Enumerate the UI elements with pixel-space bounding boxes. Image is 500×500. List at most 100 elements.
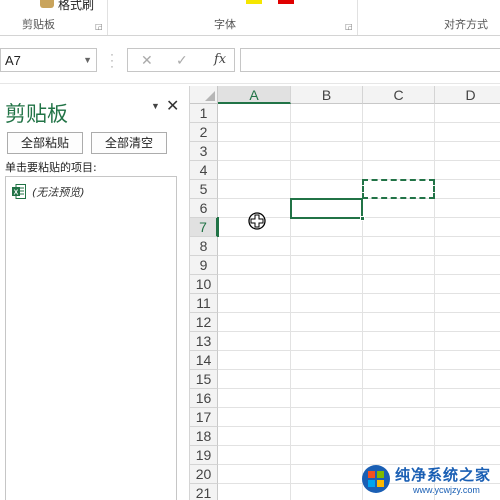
clear-all-button[interactable]: 全部清空	[91, 132, 167, 154]
row-header-8[interactable]: 8	[190, 237, 218, 256]
cell-a17[interactable]	[218, 408, 291, 427]
row-header-2[interactable]: 2	[190, 123, 218, 142]
cell-a1[interactable]	[218, 104, 291, 123]
cell-b18[interactable]	[291, 427, 363, 446]
row-header-11[interactable]: 11	[190, 294, 218, 313]
format-painter-icon[interactable]	[40, 0, 54, 8]
name-box[interactable]: A7 ▼	[0, 48, 97, 72]
cell-b20[interactable]	[291, 465, 363, 484]
cell-d11[interactable]	[435, 294, 500, 313]
cell-d18[interactable]	[435, 427, 500, 446]
cell-a16[interactable]	[218, 389, 291, 408]
cell-d4[interactable]	[435, 161, 500, 180]
cell-b11[interactable]	[291, 294, 363, 313]
cell-d2[interactable]	[435, 123, 500, 142]
cell-d5[interactable]	[435, 180, 500, 199]
row-header-1[interactable]: 1	[190, 104, 218, 123]
row-header-13[interactable]: 13	[190, 332, 218, 351]
cell-c2[interactable]	[363, 123, 435, 142]
cell-c10[interactable]	[363, 275, 435, 294]
cell-b21[interactable]	[291, 484, 363, 500]
close-icon[interactable]: ✕	[166, 96, 179, 116]
cell-b2[interactable]	[291, 123, 363, 142]
cell-d7[interactable]	[435, 218, 500, 237]
row-header-16[interactable]: 16	[190, 389, 218, 408]
cell-b19[interactable]	[291, 446, 363, 465]
cell-c4[interactable]	[363, 161, 435, 180]
cell-c14[interactable]	[363, 351, 435, 370]
cell-b17[interactable]	[291, 408, 363, 427]
row-header-12[interactable]: 12	[190, 313, 218, 332]
row-header-17[interactable]: 17	[190, 408, 218, 427]
insert-function-button[interactable]: fx	[214, 52, 226, 67]
cell-c8[interactable]	[363, 237, 435, 256]
cell-b15[interactable]	[291, 370, 363, 389]
cell-c9[interactable]	[363, 256, 435, 275]
font-launcher-icon[interactable]: ◲	[345, 23, 353, 31]
row-header-10[interactable]: 10	[190, 275, 218, 294]
cell-c5[interactable]	[363, 180, 435, 199]
row-header-3[interactable]: 3	[190, 142, 218, 161]
cell-b7[interactable]	[291, 218, 363, 237]
cell-d8[interactable]	[435, 237, 500, 256]
cell-b13[interactable]	[291, 332, 363, 351]
cell-d16[interactable]	[435, 389, 500, 408]
cell-a5[interactable]	[218, 180, 291, 199]
cell-d6[interactable]	[435, 199, 500, 218]
cell-c16[interactable]	[363, 389, 435, 408]
cell-b5[interactable]	[291, 180, 363, 199]
formula-input[interactable]	[240, 48, 500, 72]
cell-a10[interactable]	[218, 275, 291, 294]
cell-a11[interactable]	[218, 294, 291, 313]
cell-c18[interactable]	[363, 427, 435, 446]
cell-b6[interactable]	[291, 199, 363, 218]
row-header-7[interactable]: 7	[190, 218, 218, 237]
format-painter-button[interactable]: 格式刷	[58, 0, 94, 13]
row-header-6[interactable]: 6	[190, 199, 218, 218]
cell-a3[interactable]	[218, 142, 291, 161]
clipboard-launcher-icon[interactable]: ◲	[95, 23, 103, 31]
cell-a13[interactable]	[218, 332, 291, 351]
cell-c3[interactable]	[363, 142, 435, 161]
cell-d13[interactable]	[435, 332, 500, 351]
column-header-c[interactable]: C	[363, 86, 435, 104]
cell-b1[interactable]	[291, 104, 363, 123]
cell-c6[interactable]	[363, 199, 435, 218]
row-header-18[interactable]: 18	[190, 427, 218, 446]
cell-b4[interactable]	[291, 161, 363, 180]
cell-a15[interactable]	[218, 370, 291, 389]
cell-b9[interactable]	[291, 256, 363, 275]
cell-b14[interactable]	[291, 351, 363, 370]
cell-d1[interactable]	[435, 104, 500, 123]
cell-c11[interactable]	[363, 294, 435, 313]
cell-d15[interactable]	[435, 370, 500, 389]
cancel-icon[interactable]: ✕	[141, 52, 153, 69]
cell-c17[interactable]	[363, 408, 435, 427]
cell-c12[interactable]	[363, 313, 435, 332]
cell-d14[interactable]	[435, 351, 500, 370]
cell-b12[interactable]	[291, 313, 363, 332]
row-header-15[interactable]: 15	[190, 370, 218, 389]
column-header-d[interactable]: D	[435, 86, 500, 104]
cell-a14[interactable]	[218, 351, 291, 370]
cell-b8[interactable]	[291, 237, 363, 256]
row-header-20[interactable]: 20	[190, 465, 218, 484]
font-color-swatch[interactable]	[278, 0, 294, 4]
drag-handle-icon[interactable]: · · ·	[110, 48, 114, 72]
fill-handle[interactable]	[360, 216, 365, 221]
cell-b16[interactable]	[291, 389, 363, 408]
column-header-a[interactable]: A	[218, 86, 291, 104]
row-header-21[interactable]: 21	[190, 484, 218, 500]
column-header-b[interactable]: B	[291, 86, 363, 104]
cell-a12[interactable]	[218, 313, 291, 332]
row-header-9[interactable]: 9	[190, 256, 218, 275]
cell-d3[interactable]	[435, 142, 500, 161]
cell-a20[interactable]	[218, 465, 291, 484]
cell-d17[interactable]	[435, 408, 500, 427]
cell-b3[interactable]	[291, 142, 363, 161]
paste-all-button[interactable]: 全部粘贴	[7, 132, 83, 154]
pane-options-icon[interactable]: ▼	[151, 101, 160, 111]
cell-c1[interactable]	[363, 104, 435, 123]
highlight-color-swatch[interactable]	[246, 0, 262, 4]
cell-a9[interactable]	[218, 256, 291, 275]
